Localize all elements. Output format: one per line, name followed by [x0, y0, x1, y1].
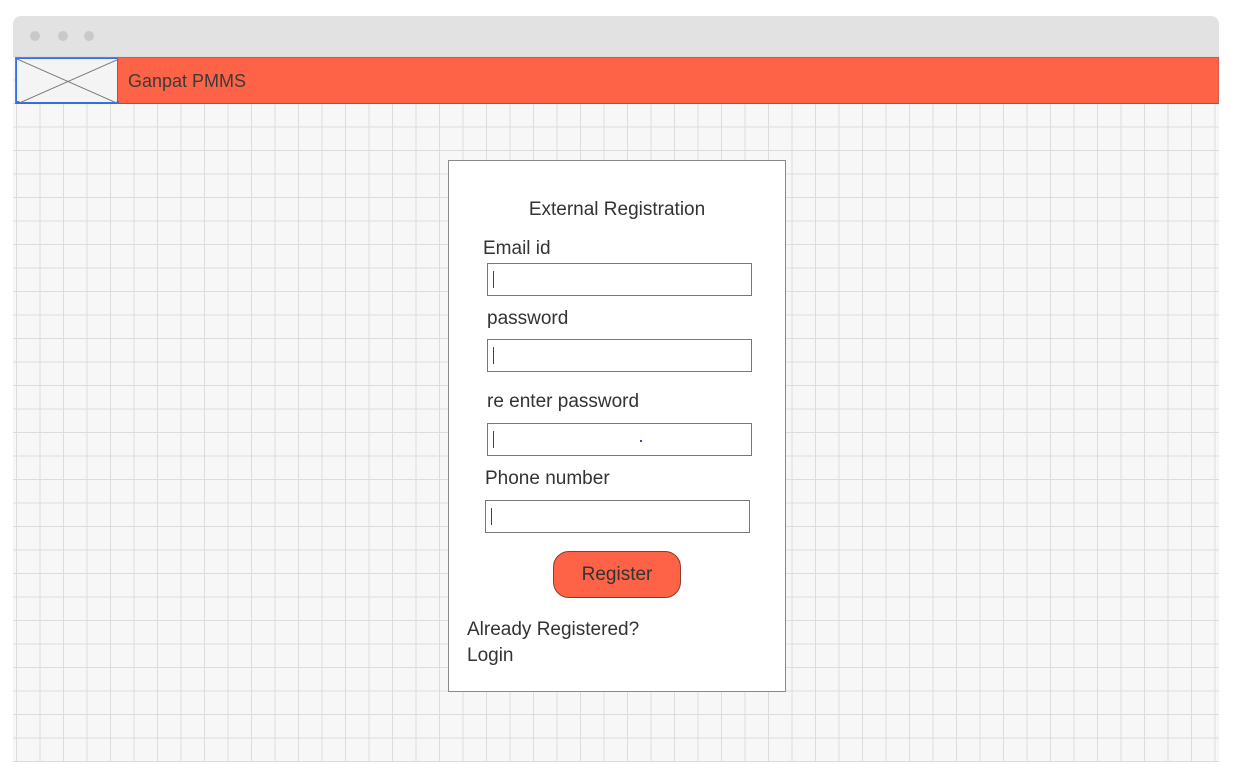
reenter-password-label: re enter password: [487, 391, 640, 412]
reenter-password-caret: [493, 431, 494, 448]
email-caret: [493, 271, 494, 288]
form-title: External Registration: [528, 199, 706, 220]
image-placeholder-icon: [17, 59, 119, 104]
registration-form-panel: External Registration Email id password …: [448, 160, 786, 692]
password-label: password: [487, 308, 569, 329]
window-minimize-dot[interactable]: [58, 31, 68, 41]
phone-caret: [491, 508, 492, 525]
email-field[interactable]: [487, 263, 752, 296]
password-caret: [493, 347, 494, 364]
phone-number-field[interactable]: [485, 500, 750, 533]
register-button[interactable]: Register: [553, 551, 681, 598]
stray-dot: [640, 440, 642, 442]
reenter-password-field[interactable]: [487, 423, 752, 456]
app-title: Ganpat PMMS: [128, 71, 247, 91]
window-maximize-dot[interactable]: [84, 31, 94, 41]
email-label: Email id: [483, 238, 551, 259]
window-close-dot[interactable]: [30, 31, 40, 41]
already-registered-text: Already Registered?: [467, 619, 640, 640]
logo-image-placeholder-icon: [16, 58, 119, 104]
app-header: Ganpat PMMS: [15, 57, 1219, 104]
password-field[interactable]: [487, 339, 752, 372]
phone-label: Phone number: [485, 468, 610, 489]
login-link[interactable]: Login: [467, 645, 514, 667]
page: Ganpat PMMS External Registration Email …: [0, 0, 1248, 765]
window-titlebar: [13, 16, 1219, 56]
